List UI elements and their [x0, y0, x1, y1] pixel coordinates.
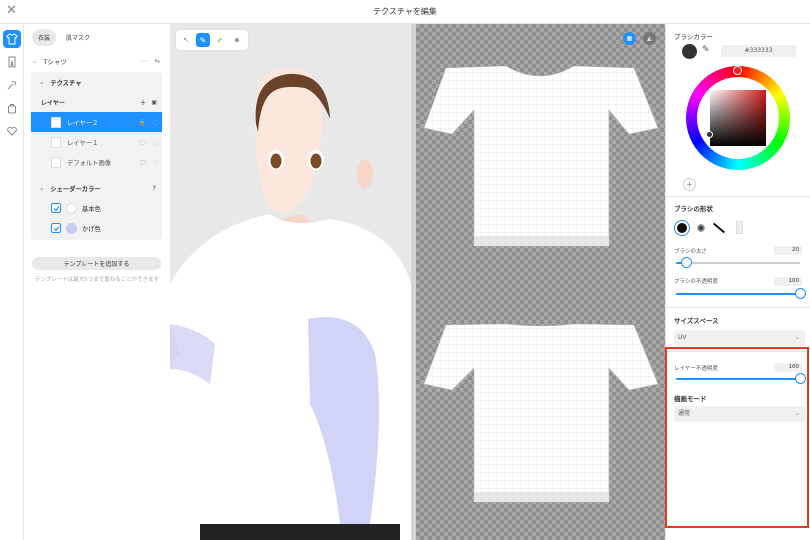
layer-row[interactable]: レイヤー１ ▢ ◌ [31, 132, 162, 152]
select-tool-icon[interactable]: ↖ [179, 33, 193, 47]
accessory-icon[interactable] [3, 76, 21, 94]
visibility-icon[interactable]: ◌ [153, 119, 159, 126]
avatar-preview [170, 68, 411, 540]
layer-name: デフォルト画像 [67, 159, 112, 167]
layer-header: レイヤー ＋ ▣ [31, 92, 162, 112]
shader-header[interactable]: ⌄ シェーダーカラー ? [31, 178, 162, 198]
brush-opacity-value[interactable]: 100 [774, 277, 802, 286]
heart-icon[interactable] [3, 122, 21, 140]
shader-row[interactable]: 基本色 [31, 198, 162, 218]
brush-shape-label: ブラシの形状 [674, 205, 713, 213]
pants-icon[interactable] [3, 53, 21, 71]
saturation-picker[interactable] [710, 90, 766, 146]
brush-size-label: ブラシの太さ [674, 249, 707, 255]
layer-panel: 衣装 肌マスク ⌄ Tシャツ ⋯ ⇆ ⌄ テクスチャ レイヤー ＋ ▣ レイヤー… [24, 24, 170, 540]
settings-icon[interactable]: ⇆ [155, 57, 160, 65]
layer-row[interactable]: レイヤー２ 🔒 ◌ [31, 112, 162, 132]
uv-map [423, 65, 659, 503]
checkbox[interactable] [51, 203, 61, 213]
line-brush-icon[interactable] [712, 222, 726, 234]
hard-brush-icon[interactable] [674, 220, 690, 236]
layer-thumbnail [51, 136, 61, 148]
lock-icon[interactable]: ▢ [140, 159, 146, 166]
visibility-icon[interactable]: ◌ [153, 159, 159, 166]
texture-label: テクスチャ [50, 79, 82, 87]
help-icon[interactable]: ? [152, 185, 156, 192]
color-swatch[interactable] [66, 222, 77, 234]
add-swatch-button[interactable]: + [683, 178, 696, 191]
tab-skin-mask[interactable]: 肌マスク [60, 29, 96, 46]
current-color-swatch[interactable] [682, 44, 697, 59]
eyedropper-icon[interactable]: ✎ [702, 45, 710, 55]
mesh-view-icon[interactable]: ◭ [643, 32, 656, 45]
layer-name: レイヤー２ [67, 119, 99, 127]
layer-name: レイヤー１ [67, 139, 99, 147]
chevron-down-icon: ⌄ [39, 184, 45, 192]
lock-icon[interactable]: ▢ [140, 139, 146, 146]
brush-opacity-slider[interactable] [676, 288, 806, 299]
window-title: テクスチャを編集 [373, 7, 437, 16]
checkbox[interactable] [51, 223, 61, 233]
divider [666, 196, 810, 197]
import-image-icon[interactable]: ▣ [151, 99, 157, 106]
hue-handle[interactable] [733, 66, 742, 75]
fill-tool-icon[interactable]: ◆ [230, 33, 244, 47]
item-header[interactable]: ⌄ Tシャツ ⋯ ⇆ [32, 51, 162, 71]
bag-icon[interactable] [3, 99, 21, 117]
eraser-tool-icon[interactable]: ✐ [213, 33, 227, 47]
color-swatch[interactable] [66, 202, 77, 214]
divider [666, 307, 810, 308]
shader-row[interactable]: かげ色 [31, 218, 162, 238]
chevron-down-icon: ⌄ [794, 334, 800, 341]
category-icon-bar [0, 24, 24, 540]
layer-thumbnail [51, 156, 61, 168]
texture-section: ⌄ テクスチャ レイヤー ＋ ▣ レイヤー２ 🔒 ◌ レイヤー１ ▢ ◌ デフォ… [31, 72, 162, 191]
uv-texture-view[interactable]: ▦ ◭ [416, 24, 665, 540]
size-space-label: サイズスペース [674, 317, 719, 325]
lock-icon[interactable]: 🔒 [138, 118, 146, 126]
highlight-box [665, 347, 809, 528]
chevron-down-icon: ⌄ [39, 78, 45, 86]
size-space-dropdown[interactable]: UV ⌄ [674, 330, 805, 346]
template-hint: テンプレートは最大5つまで重ねることができます [34, 277, 160, 283]
tshirt-icon[interactable] [3, 30, 21, 48]
add-template-button[interactable]: テンプレートを追加する [32, 257, 161, 270]
soft-brush-icon[interactable] [697, 224, 705, 232]
shader-section: ⌄ シェーダーカラー ? 基本色 かげ色 [31, 176, 162, 240]
shader-name: かげ色 [82, 225, 101, 233]
size-space-value: UV [678, 334, 687, 341]
hex-input[interactable]: #333333 [721, 45, 796, 57]
add-layer-icon[interactable]: ＋ [140, 98, 146, 107]
shader-label: シェーダーカラー [50, 185, 101, 193]
layer-header-label: レイヤー [41, 99, 65, 107]
texture-header[interactable]: ⌄ テクスチャ [31, 72, 162, 92]
tab-costume[interactable]: 衣装 [32, 29, 57, 46]
title-bar: ✕ テクスチャを編集 [0, 0, 810, 24]
item-name: Tシャツ [43, 58, 67, 66]
3d-preview[interactable]: ↖ ✎ ✐ ◆ [170, 24, 411, 540]
visibility-icon[interactable]: ◌ [153, 139, 159, 146]
shader-name: 基本色 [82, 205, 101, 213]
brush-color-label: ブラシカラー [674, 33, 713, 41]
grid-view-icon[interactable]: ▦ [623, 32, 636, 45]
chevron-down-icon: ⌄ [32, 57, 38, 65]
tool-palette: ↖ ✎ ✐ ◆ [176, 30, 248, 50]
more-icon[interactable]: ⋯ [142, 57, 149, 65]
layer-row[interactable]: デフォルト画像 ▢ ◌ [31, 152, 162, 172]
brush-tool-icon[interactable]: ✎ [196, 33, 210, 47]
color-handle[interactable] [706, 131, 713, 138]
custom-brush-icon[interactable] [736, 221, 743, 234]
brush-opacity-label: ブラシの不透明度 [674, 279, 718, 285]
layer-thumbnail [51, 116, 61, 128]
brush-size-slider[interactable] [676, 257, 800, 268]
brush-size-value[interactable]: 20 [774, 246, 802, 255]
